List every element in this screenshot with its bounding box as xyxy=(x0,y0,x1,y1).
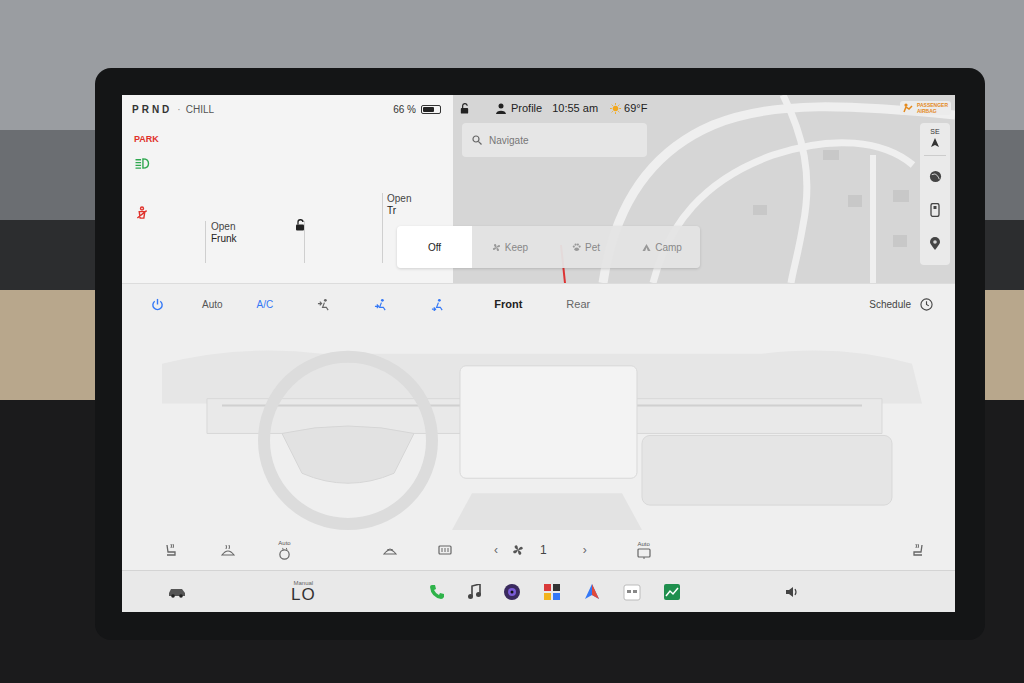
camera-icon[interactable] xyxy=(503,583,521,601)
fan-icon xyxy=(492,243,501,252)
airbag-badge: PASSENGER AIRBAG xyxy=(900,101,951,115)
auto-button[interactable]: Auto xyxy=(202,297,223,312)
volume-icon[interactable] xyxy=(785,586,799,598)
separator: · xyxy=(177,102,180,117)
climate-keeper-menu: Off Keep Pet Camp xyxy=(397,226,700,268)
airflow-feet-icon[interactable] xyxy=(431,298,444,311)
music-icon[interactable] xyxy=(467,584,481,600)
seatbelt-indicator xyxy=(134,206,162,219)
climate-toolbar: Auto A/C Front Rear Schedule xyxy=(122,284,955,324)
screen-defrost-icon xyxy=(637,548,651,560)
seat-controls: Auto ‹ 1 › Auto xyxy=(122,530,955,570)
tent-icon xyxy=(642,243,651,252)
temperature-control[interactable]: Manual LO xyxy=(291,580,316,603)
charging-icon[interactable] xyxy=(930,203,940,217)
fan-speed: 1 xyxy=(540,541,547,559)
climate-panel: Auto A/C Front Rear Schedule xyxy=(122,283,955,570)
globe-icon[interactable] xyxy=(929,170,942,183)
pin-icon[interactable] xyxy=(930,237,940,250)
navigation-icon[interactable] xyxy=(583,583,601,601)
keeper-option[interactable]: Keep xyxy=(472,226,548,268)
display: PRND · CHILL 66 % PARK xyxy=(122,95,955,612)
zone-tab[interactable]: Rear xyxy=(566,296,590,313)
cabin-illustration xyxy=(122,324,955,530)
fan-icon xyxy=(512,544,524,556)
ac-button[interactable]: A/C xyxy=(257,297,274,312)
paw-icon xyxy=(572,243,581,252)
toybox-icon[interactable] xyxy=(543,583,561,601)
schedule-button[interactable]: Schedule xyxy=(869,297,933,312)
drive-mode: CHILL xyxy=(186,102,214,117)
phone-icon[interactable] xyxy=(429,584,445,600)
unlock-icon[interactable] xyxy=(459,103,470,114)
weather: 69°F xyxy=(610,100,647,117)
screen-bezel: PRND · CHILL 66 % PARK xyxy=(95,68,985,640)
navigate-input[interactable] xyxy=(489,133,637,148)
seat-heater-icon[interactable] xyxy=(164,543,178,557)
fan-speed-control[interactable]: ‹ 1 › xyxy=(494,541,587,559)
steering-heater-icon xyxy=(278,547,291,560)
gear-selector: PRND xyxy=(132,102,172,117)
battery-fill xyxy=(423,107,434,112)
airflow-body-icon[interactable] xyxy=(374,298,387,311)
battery-icon xyxy=(421,105,441,114)
airflow-face-icon[interactable] xyxy=(317,298,330,311)
clock: 10:55 am xyxy=(552,100,598,117)
compass-arrow-icon xyxy=(931,138,939,147)
car-icon[interactable] xyxy=(167,586,187,598)
search-icon xyxy=(472,135,482,145)
clock-icon xyxy=(920,298,933,311)
park-indicator: PARK xyxy=(134,134,159,145)
keeper-option[interactable]: Off xyxy=(397,226,472,268)
power-icon[interactable] xyxy=(151,298,164,311)
battery-percent: 66 % xyxy=(393,102,416,117)
airbag-icon xyxy=(903,103,915,113)
keeper-option[interactable]: Camp xyxy=(624,226,700,268)
fan-decrease[interactable]: ‹ xyxy=(494,541,498,559)
fan-increase[interactable]: › xyxy=(583,541,587,559)
calendar-icon[interactable] xyxy=(623,583,641,601)
person-icon xyxy=(496,103,506,114)
defrost-icon[interactable] xyxy=(221,544,235,556)
zone-tab[interactable]: Front xyxy=(494,296,522,313)
profile-button[interactable]: Profile xyxy=(496,100,542,117)
rear-defrost-icon[interactable] xyxy=(438,544,452,556)
park-indicator-slot: PARK xyxy=(134,133,162,145)
compass-button[interactable]: SE xyxy=(930,127,939,147)
headlight-icon xyxy=(134,157,150,170)
bottom-bar: Manual LO xyxy=(122,570,955,612)
navigate-search[interactable] xyxy=(462,123,647,157)
energy-icon[interactable] xyxy=(663,583,681,601)
sun-icon xyxy=(610,103,621,114)
keeper-option[interactable]: Pet xyxy=(548,226,624,268)
steering-heater-button[interactable]: Auto xyxy=(278,540,291,560)
rear-window-button[interactable]: Auto xyxy=(637,541,651,560)
indicator-list: PARK xyxy=(122,117,162,283)
seatbelt-icon xyxy=(134,206,150,219)
frunk-button[interactable]: Open Frunk xyxy=(205,221,305,263)
unlock-icon[interactable] xyxy=(294,219,306,231)
seat-heater-icon[interactable] xyxy=(911,543,925,557)
front-defrost-icon[interactable] xyxy=(383,544,397,556)
headlight-indicator xyxy=(134,157,162,170)
map-controls: SE xyxy=(920,123,950,265)
app-dock xyxy=(429,583,681,601)
